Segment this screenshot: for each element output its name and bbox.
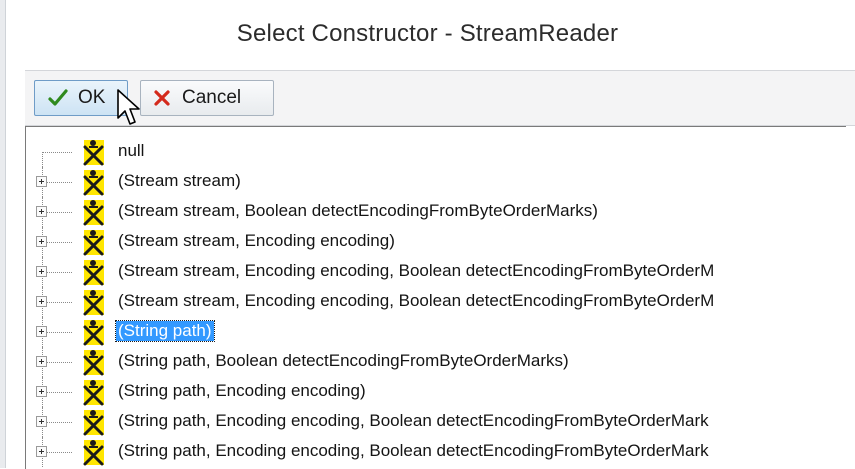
cancel-button[interactable]: Cancel [140, 80, 274, 116]
red-x-icon [151, 87, 173, 109]
expand-toggle-icon[interactable] [36, 416, 47, 427]
tree-row[interactable]: (String path, Encoding encoding, Boolean… [26, 437, 846, 467]
tree-connector [42, 152, 43, 167]
tree-row[interactable]: (String path, Encoding encoding) [26, 377, 846, 407]
expand-toggle-icon[interactable] [36, 206, 47, 217]
ok-button[interactable]: OK [34, 80, 128, 116]
expand-toggle-icon[interactable] [36, 296, 47, 307]
tree-row[interactable]: null [26, 137, 846, 167]
window-edge [0, 0, 6, 468]
tree-row[interactable]: (Stream stream, Encoding encoding, Boole… [26, 287, 846, 317]
ok-button-label: OK [78, 87, 106, 108]
constructor-icon [81, 408, 107, 436]
tree-row[interactable]: (Stream stream, Encoding encoding) [26, 227, 846, 257]
expand-toggle-icon[interactable] [36, 356, 47, 367]
tree-row[interactable]: (Stream stream, Encoding encoding, Boole… [26, 257, 846, 287]
tree-row-label: (Stream stream, Encoding encoding) [118, 231, 395, 250]
tree-row-label: (Stream stream) [118, 171, 241, 190]
constructor-icon [81, 378, 107, 406]
expand-toggle-icon[interactable] [36, 266, 47, 277]
constructor-icon [81, 258, 107, 286]
constructor-icon [81, 228, 107, 256]
tree-row-label: (String path, Encoding encoding, Boolean… [118, 411, 709, 430]
constructor-icon [81, 348, 107, 376]
mouse-cursor-icon [116, 88, 142, 128]
constructor-icon [81, 318, 107, 346]
tree-row-label: (Stream stream, Encoding encoding, Boole… [118, 261, 715, 280]
tree-row-label: (String path, Encoding encoding, Boolean… [118, 441, 709, 460]
tree-connector [42, 152, 72, 153]
tree-row-label: (String path, Encoding encoding) [118, 381, 366, 400]
tree-row[interactable]: (String path, Encoding encoding, Boolean… [26, 407, 846, 437]
window-title: Select Constructor - StreamReader [236, 20, 619, 47]
expand-toggle-icon[interactable] [36, 176, 47, 187]
expand-toggle-icon[interactable] [36, 446, 47, 457]
constructor-icon [81, 438, 107, 466]
tree-row-label: (Stream stream, Encoding encoding, Boole… [118, 291, 715, 310]
tree-row[interactable]: (Stream stream) [26, 167, 846, 197]
cancel-button-label: Cancel [182, 87, 242, 108]
constructor-icon [81, 198, 107, 226]
toolbar: OK Cancel [25, 70, 855, 126]
tree-row-label: (String path, Boolean detectEncodingFrom… [118, 351, 569, 370]
tree-row-label: null [118, 141, 145, 160]
constructor-tree[interactable]: null (Stream stream) (Stream stream, Boole… [25, 126, 846, 469]
checkmark-icon [47, 87, 69, 109]
expand-toggle-icon[interactable] [36, 326, 47, 337]
constructor-icon [81, 288, 107, 316]
expand-toggle-icon[interactable] [36, 236, 47, 247]
constructor-icon [81, 168, 107, 196]
expand-toggle-icon[interactable] [36, 386, 47, 397]
tree-row[interactable]: (Stream stream, Boolean detectEncodingFr… [26, 197, 846, 227]
constructor-icon [81, 138, 107, 166]
tree-row-label: (String path) [115, 320, 215, 342]
tree-row-label: (Stream stream, Boolean detectEncodingFr… [118, 201, 598, 220]
tree-row[interactable]: (String path) [26, 317, 846, 347]
tree-row[interactable]: (String path, Boolean detectEncodingFrom… [26, 347, 846, 377]
